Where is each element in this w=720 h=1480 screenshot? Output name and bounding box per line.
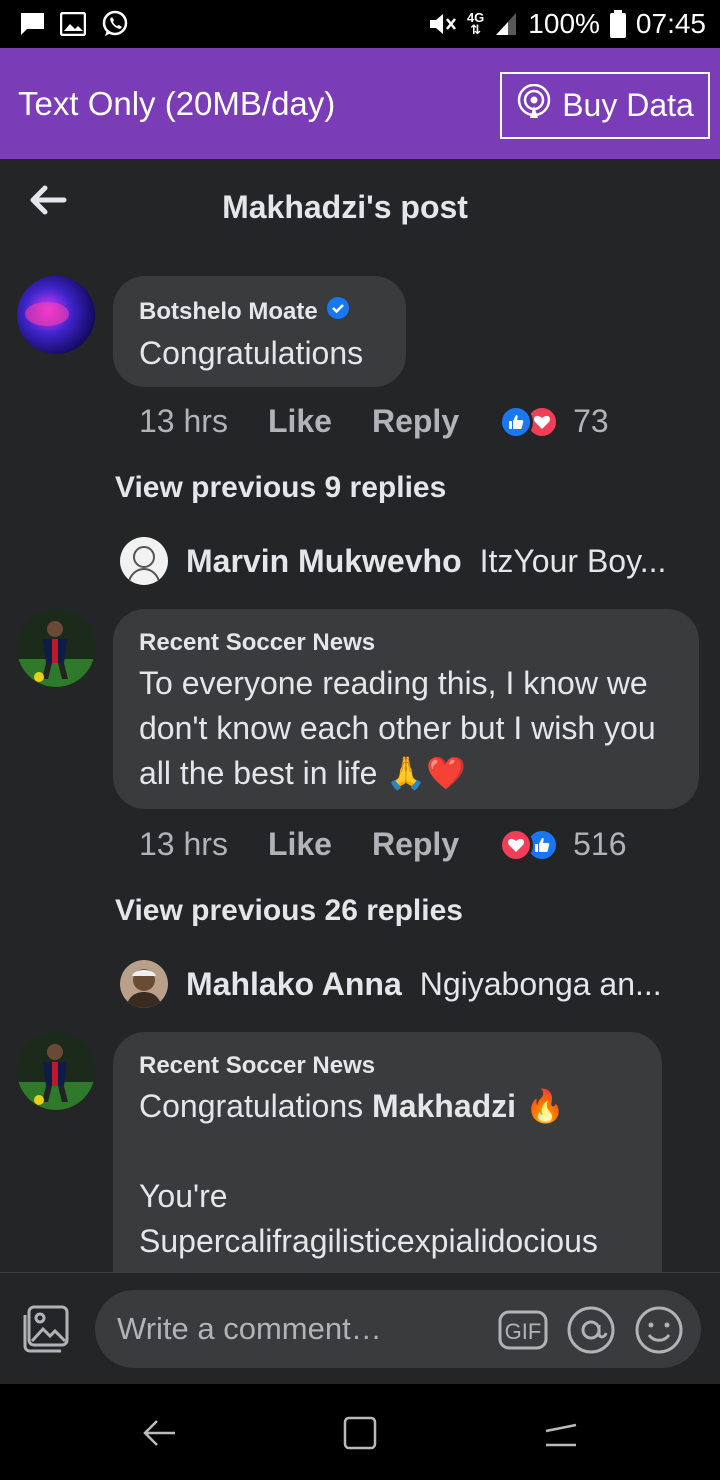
battery-icon [609, 10, 626, 38]
comment-author[interactable]: Recent Soccer News [139, 1052, 375, 1080]
like-button[interactable]: Like [268, 403, 332, 440]
buy-data-button[interactable]: Buy Data [500, 72, 710, 139]
reply-button[interactable]: Reply [372, 403, 459, 440]
network-type-icon: 4G ⇅ [467, 11, 484, 37]
reply-preview: Ngiyabonga an... [419, 965, 662, 1002]
data-arrows-icon: ⇅ [470, 22, 482, 37]
comments-list[interactable]: Botshelo Moate Congratulations 13 hrs Li… [0, 257, 720, 1272]
comment-actions: 13 hrs Like Reply 73 [139, 403, 609, 440]
back-nav-icon [143, 1420, 175, 1446]
nav-home-button[interactable] [333, 1406, 387, 1460]
reactions-summary[interactable] [499, 404, 560, 439]
buy-data-label: Buy Data [562, 87, 694, 123]
reply-author[interactable]: Mahlako Anna [186, 966, 402, 1003]
smiley-icon [635, 1306, 683, 1354]
avatar[interactable] [17, 1032, 95, 1110]
home-nav-icon [343, 1416, 377, 1450]
comment-bubble[interactable]: Botshelo Moate Congratulations [113, 276, 406, 387]
fire-emoji: 🔥 [524, 1088, 565, 1124]
comment-field: GIF [95, 1290, 701, 1368]
data-plan-banner: Text Only (20MB/day) Buy Data [0, 48, 720, 159]
comment-time: 13 hrs [139, 403, 228, 439]
avatar[interactable] [17, 609, 95, 687]
comment-text: Congratulations [139, 335, 364, 371]
nav-back-button[interactable] [132, 1406, 186, 1460]
status-bar: 4G ⇅ 100% 07:45 [0, 0, 720, 48]
recents-nav-icon [545, 1423, 577, 1447]
mention-button[interactable] [566, 1305, 616, 1355]
comment-author[interactable]: Recent Soccer News [139, 629, 375, 657]
emoji-button[interactable] [634, 1305, 684, 1355]
reply-avatar[interactable] [120, 960, 168, 1008]
comment-bubble[interactable]: Recent Soccer News Congratulations Makha… [113, 1032, 662, 1272]
clock: 07:45 [635, 8, 706, 39]
reply-preview: ItzYour Boy... [479, 542, 667, 579]
love-reaction-icon [499, 827, 534, 862]
gif-icon: GIF [498, 1310, 548, 1350]
like-button[interactable]: Like [268, 826, 332, 863]
reply-avatar[interactable] [120, 537, 168, 585]
broadcast-icon [516, 83, 552, 128]
mentioned-name[interactable]: Makhadzi [372, 1088, 516, 1124]
avatar[interactable] [17, 276, 95, 354]
signal-icon [494, 11, 518, 37]
comment-input[interactable] [117, 1290, 487, 1368]
reaction-count: 73 [573, 403, 609, 439]
comment-bubble[interactable]: Recent Soccer News To everyone reading t… [113, 609, 699, 809]
comment-actions: 13 hrs Like Reply 516 [139, 826, 627, 863]
message-notification-icon [18, 11, 46, 37]
whatsapp-notification-icon [100, 9, 130, 39]
comment-time: 13 hrs [139, 826, 228, 862]
mute-icon [427, 10, 457, 38]
comment-text-line2: You're Supercalifragilisticexpialidociou… [139, 1178, 598, 1259]
photo-gallery-icon [23, 1305, 69, 1353]
gallery-notification-icon [60, 12, 86, 36]
view-previous-replies[interactable]: View previous 26 replies [115, 894, 463, 928]
reply-button[interactable]: Reply [372, 826, 459, 863]
like-reaction-icon [499, 404, 534, 439]
reaction-count: 516 [573, 826, 627, 862]
post-header: Makhadzi's post [0, 159, 720, 257]
navigation-bar [0, 1384, 720, 1480]
latest-reply[interactable]: Mahlako Anna Ngiyabonga an... [120, 960, 700, 1008]
view-previous-replies[interactable]: View previous 9 replies [115, 471, 446, 505]
nav-recents-button[interactable] [534, 1406, 588, 1460]
reply-author[interactable]: Marvin Mukwevho [186, 543, 462, 580]
comment-text-prefix: Congratulations [139, 1088, 373, 1124]
comment-composer: GIF [0, 1272, 720, 1384]
data-plan-label: Text Only (20MB/day) [18, 84, 336, 122]
comment-author[interactable]: Botshelo Moate [139, 298, 318, 326]
latest-reply[interactable]: Marvin Mukwevho ItzYour Boy... [120, 537, 700, 585]
comment-text: To everyone reading this, I know we don'… [139, 665, 656, 791]
photo-button[interactable] [20, 1303, 72, 1355]
battery-percent: 100% [528, 8, 600, 39]
verified-badge-icon [326, 296, 350, 327]
gif-button[interactable]: GIF [498, 1305, 548, 1355]
comment-text: Congratulations Makhadzi 🔥 [139, 1084, 636, 1129]
gif-label: GIF [505, 1319, 542, 1344]
page-title: Makhadzi's post [222, 189, 468, 225]
reactions-summary[interactable] [499, 827, 560, 862]
mention-icon [567, 1306, 615, 1354]
